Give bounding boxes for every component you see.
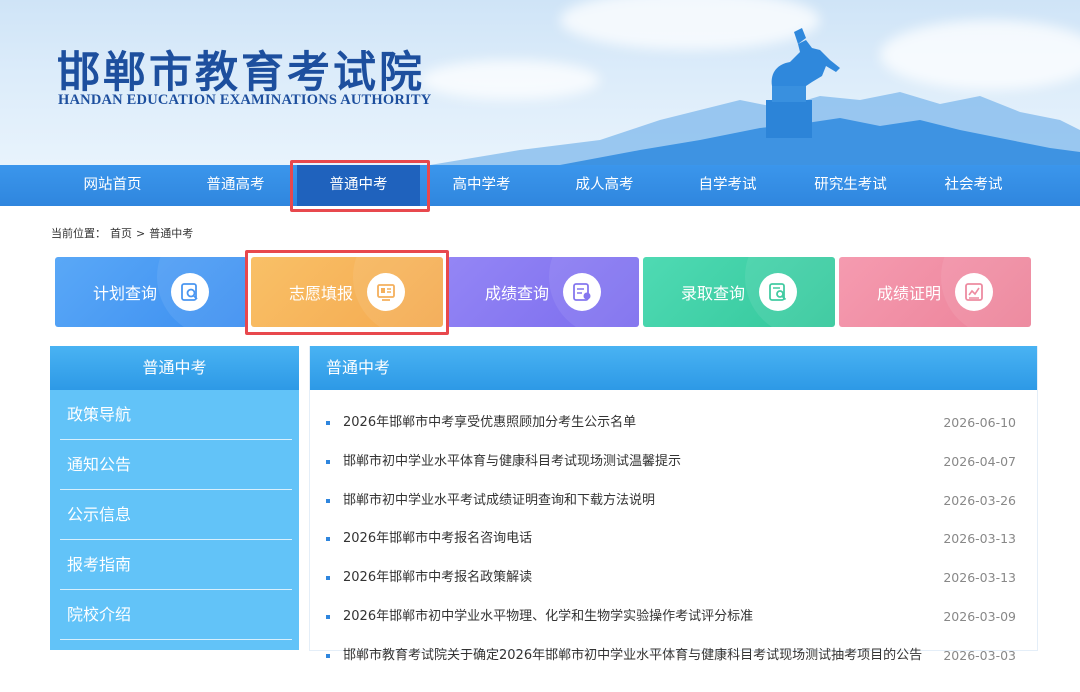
service-cards: 计划查询 志愿填报 成绩查询 录取查询 成绩证明: [55, 257, 1035, 327]
news-title[interactable]: 2026年邯郸市中考享受优惠照顾加分考生公示名单: [343, 404, 636, 443]
breadcrumb: 当前位置： 首页 > 普通中考: [51, 225, 197, 241]
site-subtitle: HANDAN EDUCATION EXAMINATIONS AUTHORITY: [58, 92, 432, 108]
news-item[interactable]: 邯郸市初中学业水平体育与健康科目考试现场测试温馨提示 2026-04-07: [310, 443, 1037, 482]
certificate-icon: [955, 273, 993, 311]
header-banner: 邯郸市教育考试院 HANDAN EDUCATION EXAMINATIONS A…: [0, 0, 1080, 165]
news-item[interactable]: 邯郸市初中学业水平考试成绩证明查询和下载方法说明 2026-03-26: [310, 482, 1037, 521]
card-label: 成绩查询: [484, 284, 549, 303]
breadcrumb-separator: >: [136, 227, 146, 240]
sidebar-item-schools[interactable]: 院校介绍: [60, 590, 292, 640]
nav-item-self-study-exam[interactable]: 自学考试: [666, 165, 789, 206]
bullet-icon: [326, 537, 330, 542]
news-item[interactable]: 2026年邯郸市中考报名咨询电话 2026-03-13: [310, 520, 1037, 559]
news-date: 2026-04-07: [943, 453, 1016, 469]
nav-item-social-exam[interactable]: 社会考试: [912, 165, 1035, 206]
panel-title: 普通中考: [310, 346, 1037, 390]
sidebar-item-public-info[interactable]: 公示信息: [60, 490, 292, 540]
news-item[interactable]: 2026年邯郸市中考享受优惠照顾加分考生公示名单 2026-06-10: [310, 404, 1037, 443]
nav-item-xuekao[interactable]: 高中学考: [420, 165, 543, 206]
sidebar-item-policy[interactable]: 政策导航: [60, 390, 292, 440]
card-label: 录取查询: [680, 284, 745, 303]
news-title[interactable]: 2026年邯郸市中考报名咨询电话: [343, 520, 532, 559]
bullet-icon: [326, 614, 330, 619]
main-nav: 网站首页 普通高考 普通中考 高中学考 成人高考 自学考试 研究生考试 社会考试: [0, 165, 1080, 206]
sidebar: 普通中考 政策导航 通知公告 公示信息 报考指南 院校介绍: [50, 346, 299, 650]
site-title: 邯郸市教育考试院: [57, 48, 425, 98]
card-label: 志愿填报: [288, 284, 353, 303]
news-item[interactable]: 2026年邯郸市中考报名政策解读 2026-03-13: [310, 559, 1037, 598]
breadcrumb-prefix: 当前位置：: [51, 227, 106, 240]
bullet-icon: [326, 498, 330, 503]
card-score-certificate[interactable]: 成绩证明: [839, 257, 1031, 327]
breadcrumb-home-link[interactable]: 首页: [110, 227, 132, 240]
card-plan-query[interactable]: 计划查询: [55, 257, 247, 327]
news-title[interactable]: 邯郸市初中学业水平体育与健康科目考试现场测试温馨提示: [343, 443, 681, 482]
form-monitor-icon: [367, 273, 405, 311]
news-list: 2026年邯郸市中考享受优惠照顾加分考生公示名单 2026-06-10 邯郸市初中…: [310, 404, 1037, 676]
news-date: 2026-03-09: [943, 608, 1016, 624]
bullet-icon: [326, 653, 330, 658]
news-date: 2026-03-03: [943, 647, 1016, 663]
card-application-fill[interactable]: 志愿填报: [251, 257, 443, 327]
bullet-icon: [326, 459, 330, 464]
news-title[interactable]: 2026年邯郸市中考报名政策解读: [343, 559, 532, 598]
news-item[interactable]: 邯郸市教育考试院关于确定2026年邯郸市初中学业水平体育与健康科目考试现场测试抽…: [310, 637, 1037, 676]
news-date: 2026-03-13: [943, 570, 1016, 586]
news-date: 2026-06-10: [943, 415, 1016, 430]
news-title[interactable]: 邯郸市教育考试院关于确定2026年邯郸市初中学业水平体育与健康科目考试现场测试抽…: [343, 637, 922, 676]
card-label: 成绩证明: [876, 284, 941, 303]
sidebar-item-notices[interactable]: 通知公告: [60, 440, 292, 490]
nav-item-home[interactable]: 网站首页: [51, 165, 174, 206]
nav-item-gaokao[interactable]: 普通高考: [174, 165, 297, 206]
breadcrumb-current: 普通中考: [149, 227, 194, 240]
bullet-icon: [326, 421, 330, 425]
score-card-icon: [563, 273, 601, 311]
sidebar-title: 普通中考: [50, 346, 299, 390]
search-document-icon: [171, 273, 209, 311]
news-date: 2026-03-13: [943, 531, 1016, 547]
news-title[interactable]: 2026年邯郸市初中学业水平物理、化学和生物学实验操作考试评分标准: [343, 598, 753, 637]
card-admission-query[interactable]: 录取查询: [643, 257, 835, 327]
nav-item-graduate-exam[interactable]: 研究生考试: [789, 165, 912, 206]
card-label: 计划查询: [92, 284, 157, 303]
news-title[interactable]: 邯郸市初中学业水平考试成绩证明查询和下载方法说明: [343, 482, 655, 521]
admission-search-icon: [759, 273, 797, 311]
news-date: 2026-03-26: [943, 492, 1016, 508]
nav-item-zhongkao[interactable]: 普通中考: [297, 165, 420, 206]
bullet-icon: [326, 576, 330, 581]
news-panel: 普通中考 2026年邯郸市中考享受优惠照顾加分考生公示名单 2026-06-10 …: [309, 346, 1038, 663]
card-score-query[interactable]: 成绩查询: [447, 257, 639, 327]
news-item[interactable]: 2026年邯郸市初中学业水平物理、化学和生物学实验操作考试评分标准 2026-03…: [310, 598, 1037, 637]
nav-item-adult-exam[interactable]: 成人高考: [543, 165, 666, 206]
sidebar-item-guide[interactable]: 报考指南: [60, 540, 292, 590]
